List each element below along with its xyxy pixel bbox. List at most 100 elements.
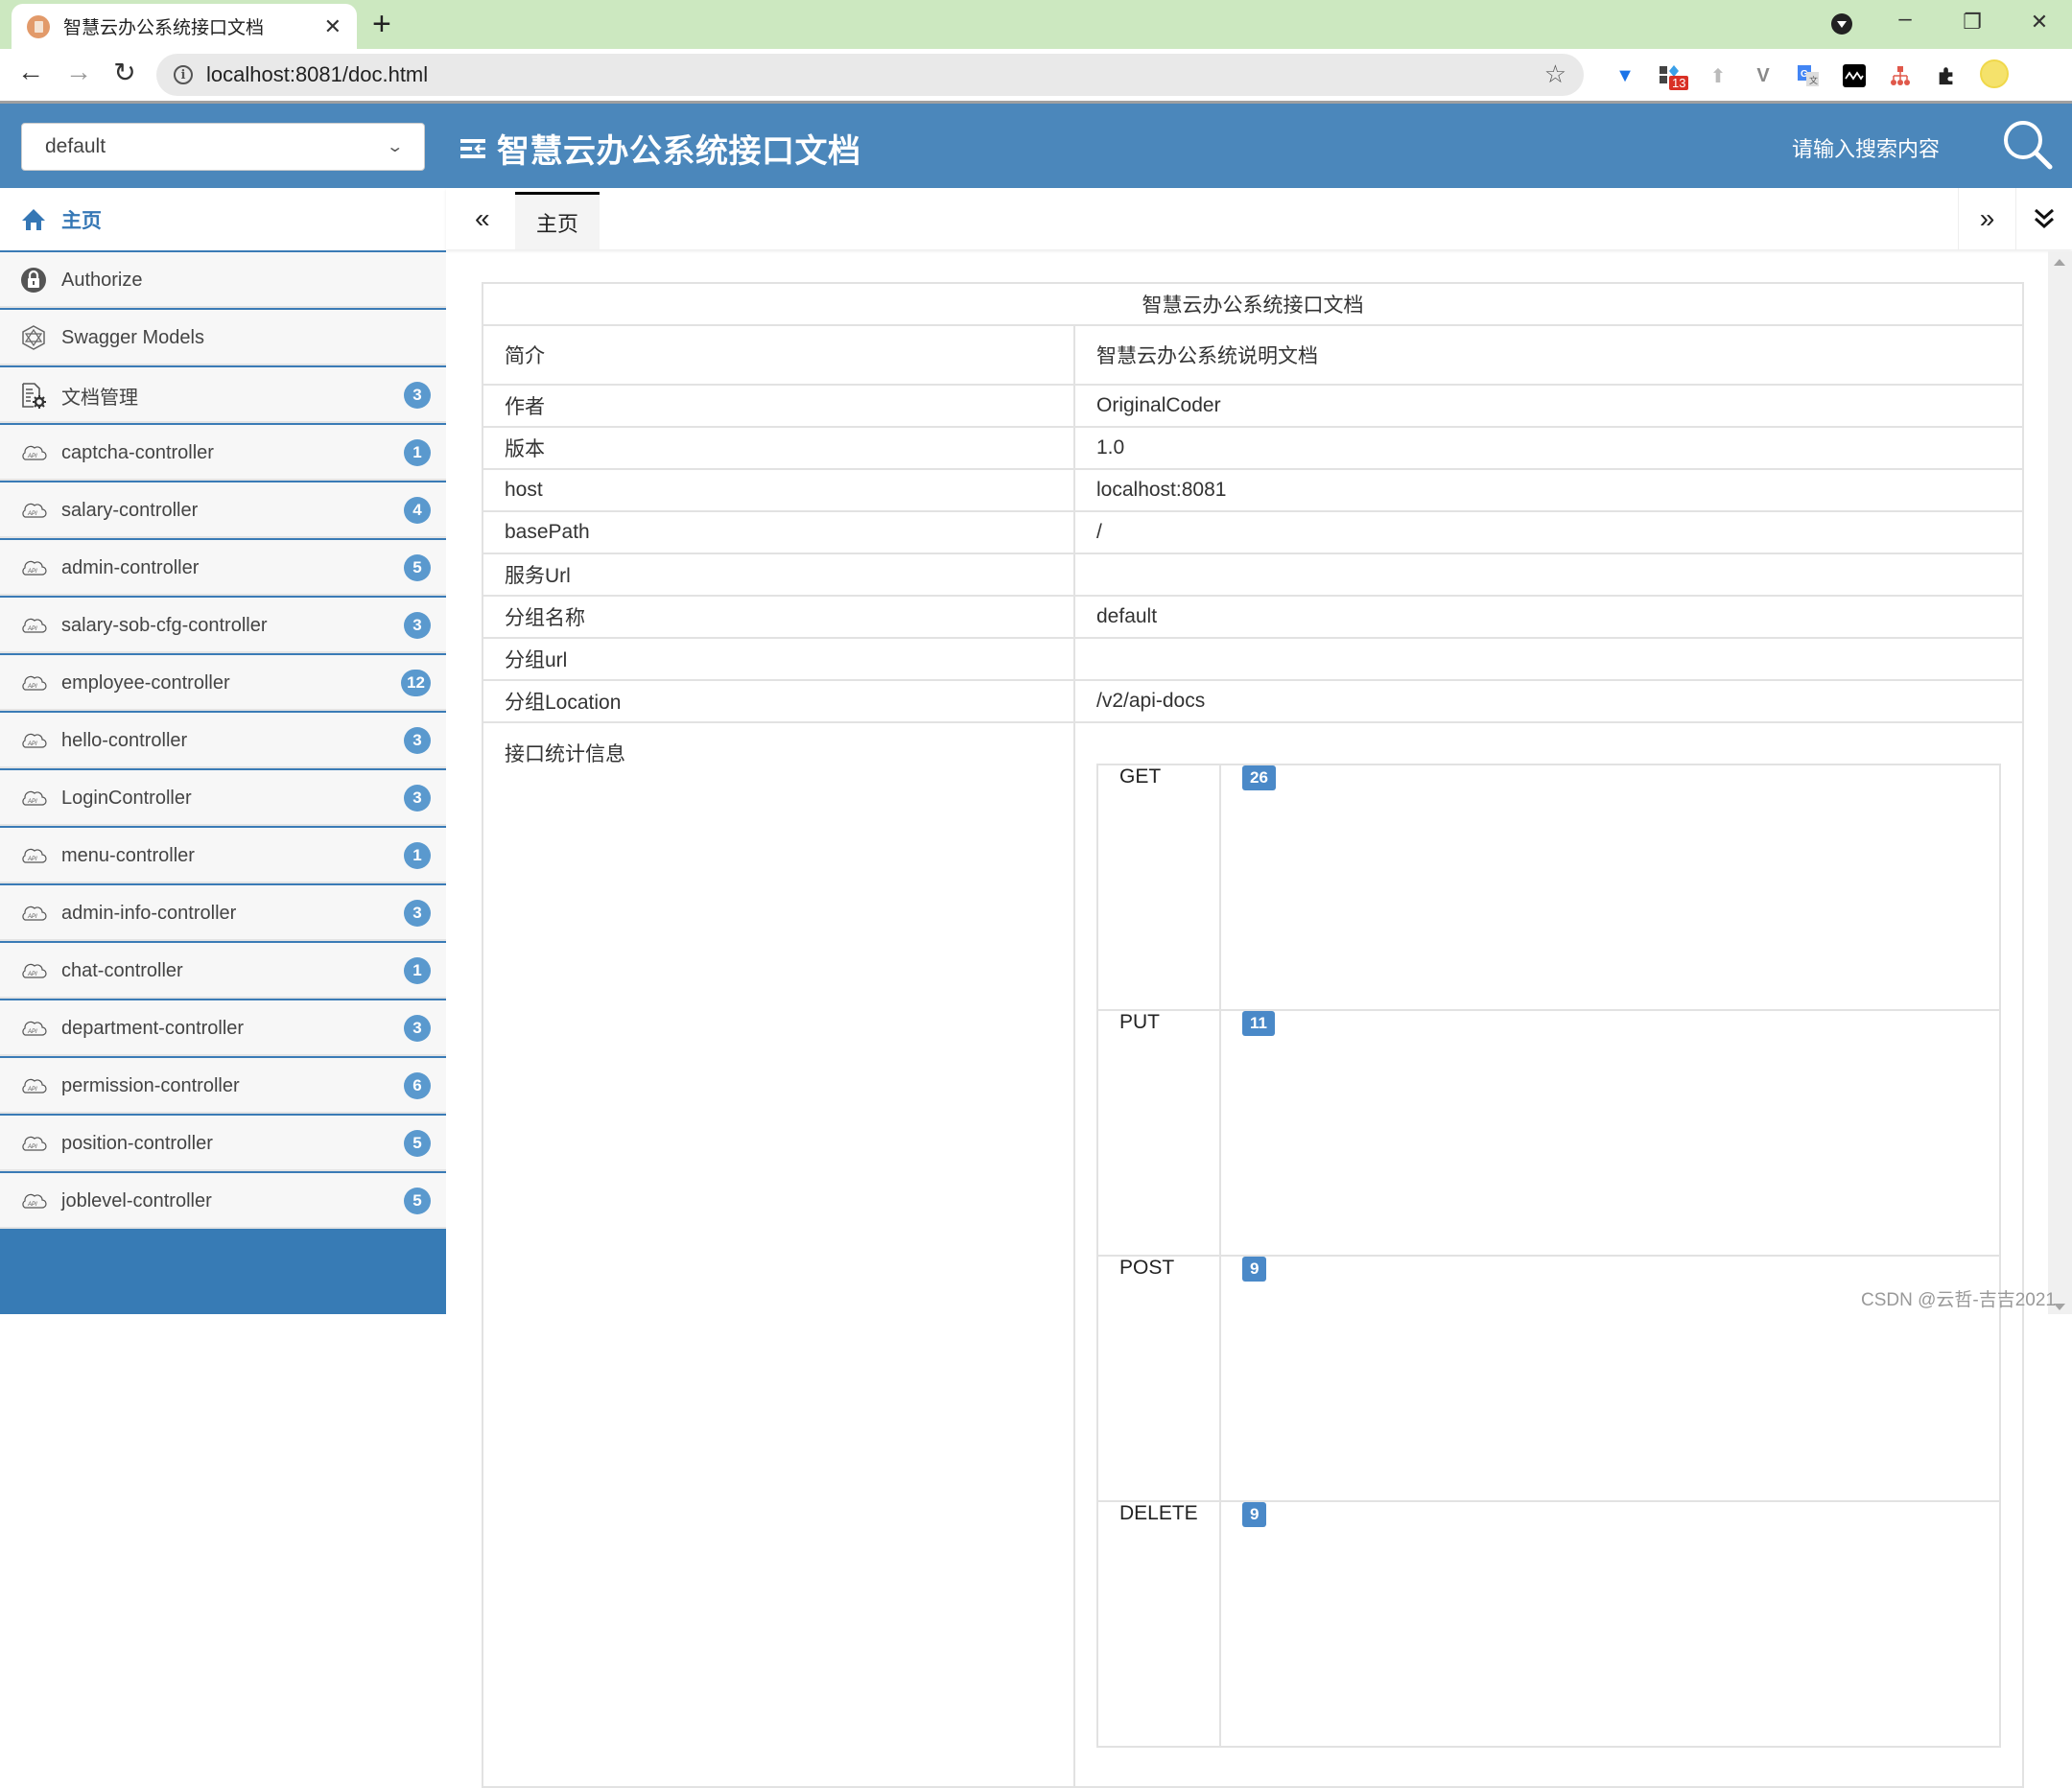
count-badge: 1 <box>404 842 431 869</box>
sidebar-item-label: permission-controller <box>61 1074 240 1096</box>
svg-text:API: API <box>27 914 37 920</box>
info-row: 作者 OriginalCoder <box>482 384 2024 428</box>
sidebar-item-label: Authorize <box>61 269 143 291</box>
search-icon[interactable] <box>2002 119 2054 171</box>
app-header: default ⌄ 智慧云办公系统接口文档 请输入搜索内容 <box>0 104 2072 188</box>
method-stats-table: GET 26 PUT 11 POST 9 DELETE 9 <box>1096 764 2001 1748</box>
browser-tab[interactable]: 智慧云办公系统接口文档 ✕ <box>12 4 357 49</box>
method-count-badge: 11 <box>1242 1011 1275 1036</box>
count-badge: 5 <box>404 1130 431 1157</box>
svg-text:API: API <box>27 454 37 459</box>
close-tab-icon[interactable]: ✕ <box>324 14 341 39</box>
count-badge: 3 <box>404 785 431 812</box>
method-count-badge: 9 <box>1242 1502 1267 1527</box>
lock-icon <box>19 266 48 294</box>
sidebar-item-hello-controller[interactable]: API hello-controller 3 <box>0 711 446 768</box>
count-badge: 3 <box>404 727 431 754</box>
tabs-menu-chevron-icon[interactable] <box>2015 188 2072 249</box>
tab-search-icon[interactable] <box>1831 13 1852 35</box>
restore-button[interactable]: ❐ <box>1953 10 1991 35</box>
sidebar-item-label: salary-sob-cfg-controller <box>61 614 268 636</box>
sidebar-item-employee-controller[interactable]: API employee-controller 12 <box>0 653 446 711</box>
sidebar-item-admin-info-controller[interactable]: API admin-info-controller 3 <box>0 883 446 941</box>
count-badge: 1 <box>404 439 431 466</box>
sidebar-item-position-controller[interactable]: API position-controller 5 <box>0 1114 446 1171</box>
svg-text:API: API <box>27 972 37 977</box>
minimize-button[interactable]: – <box>1886 6 1924 33</box>
sidebar-item-label: Swagger Models <box>61 326 204 348</box>
scrollbar[interactable] <box>2048 251 2072 1314</box>
count-badge: 5 <box>404 554 431 581</box>
sidebar-item-permission-controller[interactable]: API permission-controller 6 <box>0 1056 446 1114</box>
sidebar-item-swagger-models[interactable]: Swagger Models <box>0 308 446 365</box>
info-row: 版本 1.0 <box>482 426 2024 470</box>
forward-button[interactable]: → <box>59 57 98 87</box>
info-value: localhost:8081 <box>1073 468 2024 512</box>
tabs-scroll-right-icon[interactable]: » <box>1958 188 2015 249</box>
dark-extension-icon[interactable] <box>1842 63 1867 88</box>
site-info-icon[interactable]: i <box>174 65 193 84</box>
pin-extension-icon[interactable]: ▼ <box>1613 63 1637 88</box>
upload-extension-icon[interactable]: ⬆ <box>1706 63 1731 88</box>
apps-extension-icon[interactable]: 13 <box>1658 63 1689 90</box>
sidebar-item-authorize[interactable]: Authorize <box>0 250 446 308</box>
search-input[interactable]: 请输入搜索内容 <box>1792 132 1940 163</box>
svg-text:API: API <box>27 1029 37 1035</box>
info-value: / <box>1073 510 2024 554</box>
info-row: 简介 智慧云办公系统说明文档 <box>482 324 2024 386</box>
info-key: 版本 <box>482 426 1075 470</box>
svg-text:文: 文 <box>1809 75 1818 86</box>
info-key: 分组url <box>482 637 1075 681</box>
svg-text:API: API <box>27 626 37 632</box>
scroll-up-icon[interactable] <box>2054 259 2065 266</box>
info-value: 1.0 <box>1073 426 2024 470</box>
sidebar-item-home[interactable]: 主页 <box>0 188 446 250</box>
new-tab-button[interactable]: + <box>372 6 391 43</box>
api-cloud-icon: API <box>19 669 48 697</box>
svg-text:API: API <box>27 684 37 690</box>
sidebar-item-doc-management[interactable]: 文档管理 3 <box>0 365 446 423</box>
info-key: 分组名称 <box>482 595 1075 639</box>
sidebar-item-salary-sob-cfg-controller[interactable]: API salary-sob-cfg-controller 3 <box>0 596 446 653</box>
sidebar-item-joblevel-controller[interactable]: API joblevel-controller 5 <box>0 1171 446 1229</box>
sidebar-item-department-controller[interactable]: API department-controller 3 <box>0 999 446 1056</box>
close-window-button[interactable]: ✕ <box>2020 10 2059 35</box>
google-translate-icon[interactable]: G文 <box>1796 63 1821 88</box>
tabs-scroll-left-icon[interactable]: « <box>475 203 490 234</box>
document-favicon-icon <box>27 14 50 38</box>
profile-avatar[interactable] <box>1980 59 2009 88</box>
count-badge: 6 <box>404 1072 431 1099</box>
info-value: /v2/api-docs <box>1073 679 2024 723</box>
stats-row: PUT 11 <box>1096 1009 2001 1257</box>
url-text[interactable]: localhost:8081/doc.html <box>206 62 428 87</box>
back-button[interactable]: ← <box>12 57 50 87</box>
address-bar[interactable]: i localhost:8081/doc.html ☆ <box>156 54 1584 96</box>
http-method: GET <box>1096 764 1221 1011</box>
api-cloud-icon: API <box>19 899 48 928</box>
sidebar-item-label: captcha-controller <box>61 441 214 463</box>
info-key: host <box>482 468 1075 512</box>
svg-text:API: API <box>27 857 37 862</box>
http-method: POST <box>1096 1255 1221 1502</box>
sidebar-item-captcha-controller[interactable]: API captcha-controller 1 <box>0 423 446 481</box>
sidebar-item-salary-controller[interactable]: API salary-controller 4 <box>0 481 446 538</box>
api-cloud-icon: API <box>19 611 48 640</box>
sidebar-item-logincontroller[interactable]: API LoginController 3 <box>0 768 446 826</box>
sidebar-item-menu-controller[interactable]: API menu-controller 1 <box>0 826 446 883</box>
tab-home[interactable]: 主页 <box>515 192 600 249</box>
reload-button[interactable]: ↻ <box>106 57 144 88</box>
api-cloud-icon: API <box>19 841 48 870</box>
menu-collapse-icon[interactable] <box>460 138 487 159</box>
sidebar-item-label: joblevel-controller <box>61 1189 212 1212</box>
sidebar-item-label: 主页 <box>61 209 102 232</box>
sidebar-item-admin-controller[interactable]: API admin-controller 5 <box>0 538 446 596</box>
vue-devtools-icon[interactable]: V <box>1751 63 1776 88</box>
bookmark-star-icon[interactable]: ☆ <box>1544 59 1566 89</box>
group-select[interactable]: default ⌄ <box>21 123 425 171</box>
info-value: default <box>1073 595 2024 639</box>
sitemap-extension-icon[interactable] <box>1888 63 1913 88</box>
extensions-puzzle-icon[interactable] <box>1934 63 1959 88</box>
sidebar-item-chat-controller[interactable]: API chat-controller 1 <box>0 941 446 999</box>
info-value <box>1073 637 2024 681</box>
stats-row: DELETE 9 <box>1096 1500 2001 1748</box>
